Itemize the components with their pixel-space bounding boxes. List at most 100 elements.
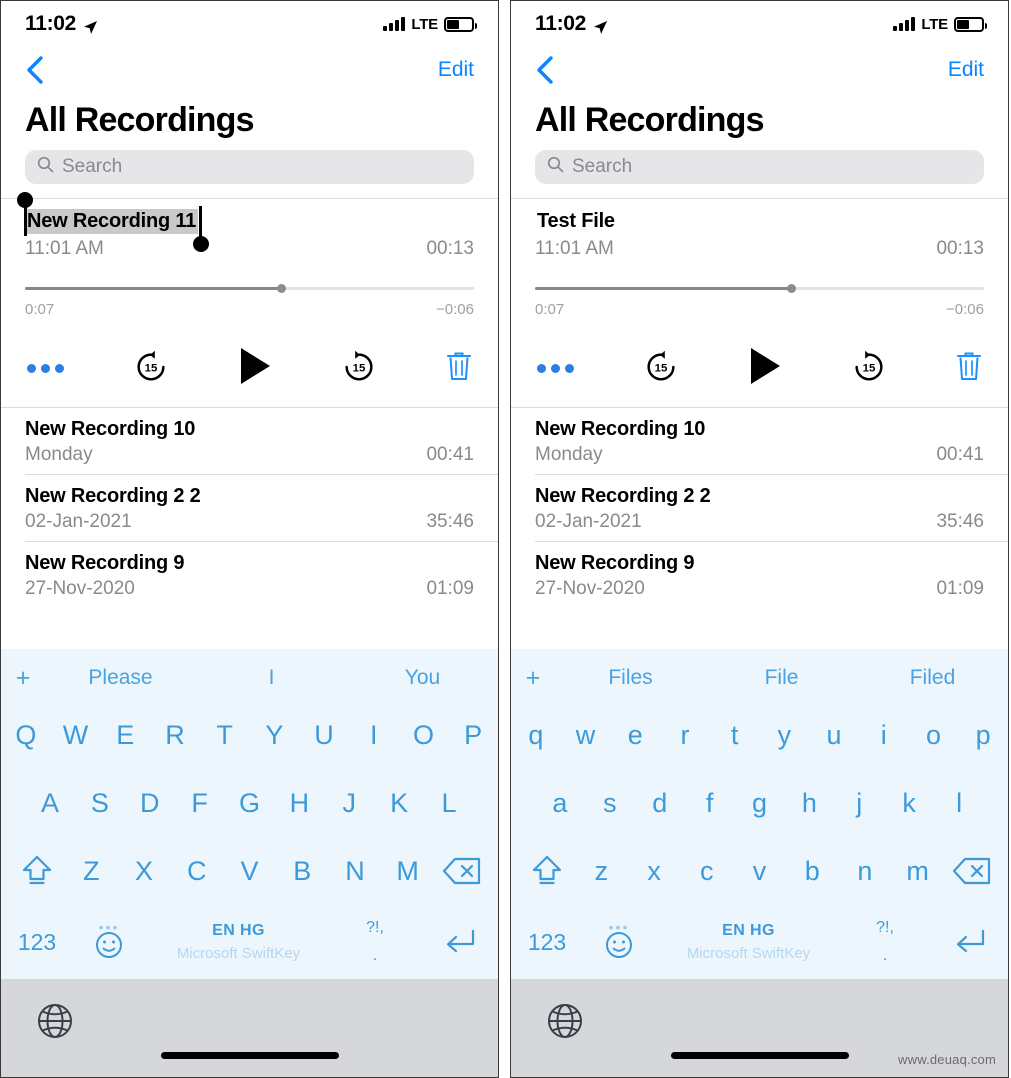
key-n[interactable]: N	[329, 856, 382, 887]
search-bar[interactable]: Search	[511, 150, 1008, 198]
chevron-left-icon[interactable]	[25, 55, 45, 85]
list-item[interactable]: New Recording 10 Monday 00:41	[1, 408, 498, 474]
space-key[interactable]: EN HG Microsoft SwiftKey	[655, 922, 842, 962]
key-k[interactable]: K	[374, 788, 424, 819]
add-clip-icon[interactable]: +	[511, 664, 555, 693]
key-x[interactable]: x	[628, 856, 681, 887]
home-indicator[interactable]	[160, 1052, 339, 1059]
key-i[interactable]: I	[349, 720, 399, 751]
search-input[interactable]: Search	[62, 156, 122, 178]
key-m[interactable]: M	[381, 856, 434, 887]
key-e[interactable]: E	[100, 720, 150, 751]
key-h[interactable]: H	[274, 788, 324, 819]
key-l[interactable]: L	[424, 788, 474, 819]
key-b[interactable]: B	[276, 856, 329, 887]
list-item[interactable]: New Recording 2 2 02-Jan-2021 35:46	[511, 475, 1008, 541]
key-s[interactable]: s	[585, 788, 635, 819]
key-p[interactable]: p	[958, 720, 1008, 751]
punctuation-key[interactable]: ?!, .	[842, 919, 928, 965]
search-input[interactable]: Search	[572, 156, 632, 178]
shift-up-icon[interactable]	[519, 853, 575, 889]
key-q[interactable]: Q	[1, 720, 51, 751]
skip-back-15-icon[interactable]: 15	[132, 347, 170, 390]
key-g[interactable]: g	[735, 788, 785, 819]
key-w[interactable]: W	[51, 720, 101, 751]
key-n[interactable]: n	[839, 856, 892, 887]
key-o[interactable]: O	[399, 720, 449, 751]
backspace-icon[interactable]	[944, 856, 1000, 886]
list-item[interactable]: New Recording 10 Monday 00:41	[511, 408, 1008, 474]
seek-knob[interactable]	[786, 284, 796, 293]
seek-slider[interactable]	[535, 284, 984, 293]
more-options-icon[interactable]	[537, 364, 574, 373]
add-clip-icon[interactable]: +	[1, 664, 45, 693]
key-i[interactable]: i	[859, 720, 909, 751]
chevron-left-icon[interactable]	[535, 55, 555, 85]
edit-button[interactable]: Edit	[948, 58, 984, 82]
search-field[interactable]: Search	[25, 150, 474, 184]
key-o[interactable]: o	[909, 720, 959, 751]
skip-forward-15-icon[interactable]: 15	[340, 347, 378, 390]
key-m[interactable]: m	[891, 856, 944, 887]
list-item[interactable]: New Recording 9 27-Nov-2020 01:09	[1, 542, 498, 608]
key-y[interactable]: y	[760, 720, 810, 751]
key-t[interactable]: T	[200, 720, 250, 751]
suggestion-1[interactable]: Files	[555, 666, 706, 690]
return-icon[interactable]	[418, 926, 498, 958]
selection-handle-end[interactable]	[193, 236, 210, 252]
key-v[interactable]: v	[733, 856, 786, 887]
emoji-smiley-icon[interactable]: •••	[73, 920, 145, 960]
key-f[interactable]: F	[175, 788, 225, 819]
numbers-key[interactable]: 123	[511, 929, 583, 956]
play-icon[interactable]	[748, 346, 782, 391]
key-z[interactable]: Z	[65, 856, 118, 887]
key-t[interactable]: t	[710, 720, 760, 751]
space-key[interactable]: EN HG Microsoft SwiftKey	[145, 922, 332, 962]
key-r[interactable]: R	[150, 720, 200, 751]
play-icon[interactable]	[238, 346, 272, 391]
key-d[interactable]: D	[125, 788, 175, 819]
home-indicator[interactable]	[670, 1052, 849, 1059]
seek-knob[interactable]	[276, 284, 286, 293]
key-y[interactable]: Y	[250, 720, 300, 751]
seek-slider[interactable]	[25, 284, 474, 293]
key-c[interactable]: C	[170, 856, 223, 887]
suggestion-2[interactable]: File	[706, 666, 857, 690]
key-w[interactable]: w	[561, 720, 611, 751]
trash-icon[interactable]	[956, 350, 982, 387]
key-z[interactable]: z	[575, 856, 628, 887]
suggestion-3[interactable]: Filed	[857, 666, 1008, 690]
suggestion-1[interactable]: Please	[45, 666, 196, 690]
suggestion-3[interactable]: You	[347, 666, 498, 690]
list-item[interactable]: New Recording 9 27-Nov-2020 01:09	[511, 542, 1008, 608]
key-s[interactable]: S	[75, 788, 125, 819]
globe-icon[interactable]	[35, 1001, 75, 1046]
shift-up-icon[interactable]	[9, 853, 65, 889]
key-c[interactable]: c	[680, 856, 733, 887]
key-a[interactable]: A	[25, 788, 75, 819]
skip-back-15-icon[interactable]: 15	[642, 347, 680, 390]
globe-icon[interactable]	[545, 1001, 585, 1046]
key-q[interactable]: q	[511, 720, 561, 751]
key-k[interactable]: k	[884, 788, 934, 819]
punctuation-key[interactable]: ?!, .	[332, 919, 418, 965]
key-v[interactable]: V	[223, 856, 276, 887]
key-g[interactable]: G	[225, 788, 275, 819]
key-d[interactable]: d	[635, 788, 685, 819]
suggestion-2[interactable]: I	[196, 666, 347, 690]
selection-handle-start[interactable]	[17, 192, 33, 208]
key-r[interactable]: r	[660, 720, 710, 751]
key-e[interactable]: e	[610, 720, 660, 751]
backspace-icon[interactable]	[434, 856, 490, 886]
key-h[interactable]: h	[784, 788, 834, 819]
numbers-key[interactable]: 123	[1, 929, 73, 956]
key-j[interactable]: J	[324, 788, 374, 819]
trash-icon[interactable]	[446, 350, 472, 387]
search-bar[interactable]: Search	[1, 150, 498, 198]
key-p[interactable]: P	[448, 720, 498, 751]
key-j[interactable]: j	[834, 788, 884, 819]
key-x[interactable]: X	[118, 856, 171, 887]
key-l[interactable]: l	[934, 788, 984, 819]
key-f[interactable]: f	[685, 788, 735, 819]
list-item[interactable]: New Recording 2 2 02-Jan-2021 35:46	[1, 475, 498, 541]
